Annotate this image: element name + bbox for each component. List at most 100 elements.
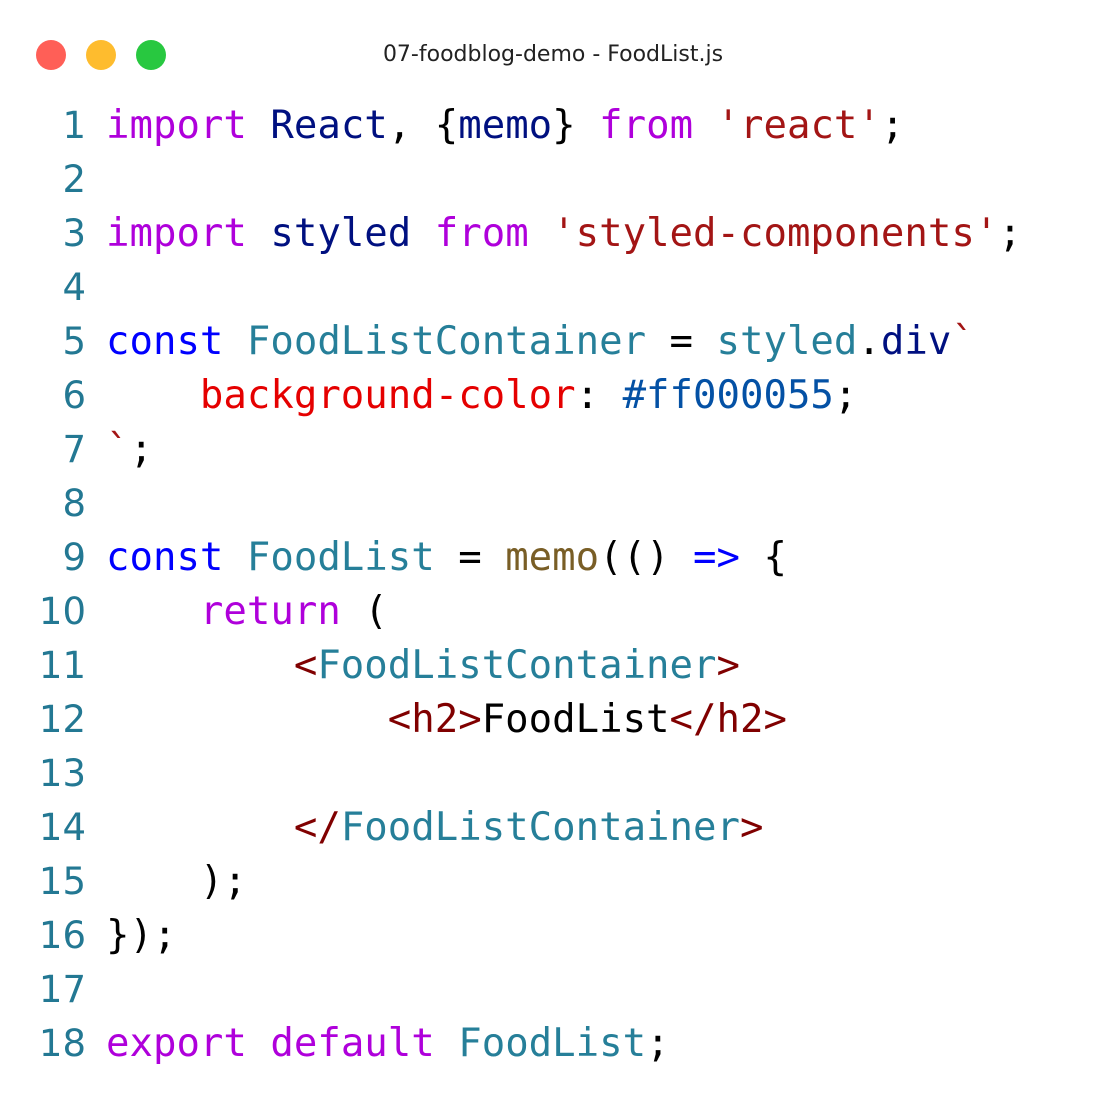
line-number: 5: [62, 320, 86, 363]
code-line[interactable]: 7 `;: [0, 423, 1106, 477]
code-line[interactable]: 3 import styled from 'styled-components';: [0, 207, 1106, 261]
code-token: :: [575, 373, 623, 418]
code-token: React: [270, 103, 388, 148]
code-token: =>: [693, 535, 740, 580]
line-number: 15: [38, 860, 86, 903]
line-text: const FoodListContainer = styled.div`: [106, 315, 975, 369]
code-token: >: [739, 805, 764, 850]
code-token: `: [106, 427, 130, 472]
code-line[interactable]: 13: [0, 747, 1106, 801]
code-token: {: [740, 535, 787, 580]
line-number: 18: [38, 1022, 86, 1065]
code-token: 'react': [716, 103, 881, 148]
code-token: =: [434, 535, 506, 580]
line-number: 14: [38, 806, 86, 849]
code-token: import: [106, 211, 247, 256]
window-titlebar: 07-foodblog-demo - FoodList.js: [0, 0, 1106, 108]
line-number: 6: [62, 374, 86, 417]
code-line[interactable]: 10 return (: [0, 585, 1106, 639]
code-token: background-color: [199, 373, 576, 418]
code-token: <: [293, 643, 318, 688]
line-number: 9: [62, 536, 86, 579]
code-line[interactable]: 15 );: [0, 855, 1106, 909]
line-text: });: [106, 909, 176, 963]
code-token: return: [199, 589, 341, 634]
code-token: >: [716, 643, 740, 688]
code-line[interactable]: 11 <FoodListContainer>: [0, 639, 1106, 693]
code-line[interactable]: 14 </FoodListContainer>: [0, 801, 1106, 855]
code-token: styled: [270, 211, 412, 256]
code-token: export: [106, 1021, 247, 1066]
line-text: </FoodListContainer>: [106, 801, 764, 855]
line-text: const FoodList = memo(() => {: [106, 531, 787, 585]
line-number: 4: [62, 266, 86, 309]
line-number: 13: [38, 752, 86, 795]
line-text: background-color: #ff000055;: [106, 369, 857, 423]
code-line[interactable]: 5 const FoodListContainer = styled.div`: [0, 315, 1106, 369]
code-line[interactable]: 4: [0, 261, 1106, 315]
code-token: memo: [458, 103, 553, 148]
code-line[interactable]: 6 background-color: #ff000055;: [0, 369, 1106, 423]
code-token: from: [599, 103, 694, 148]
code-token: FoodListContainer: [317, 643, 717, 688]
code-token: ;: [833, 373, 858, 418]
code-token: #ff000055: [622, 373, 834, 418]
code-token: styled: [716, 319, 858, 364]
code-token: default: [270, 1021, 435, 1066]
code-token: .: [857, 319, 881, 364]
line-text: `;: [106, 423, 153, 477]
code-token: div: [880, 319, 952, 364]
code-line[interactable]: 12 <h2>FoodList</h2>: [0, 693, 1106, 747]
code-token: const: [106, 319, 224, 364]
code-token: const: [106, 535, 224, 580]
code-token: FoodList: [481, 697, 670, 742]
line-number: 10: [38, 590, 86, 633]
line-text: export default FoodList;: [106, 1017, 670, 1071]
code-token: =: [646, 319, 717, 364]
code-token: , {: [387, 103, 459, 148]
code-line[interactable]: 18 export default FoodList;: [0, 1017, 1106, 1071]
line-text: <h2>FoodList</h2>: [106, 693, 787, 747]
code-line[interactable]: 17: [0, 963, 1106, 1017]
code-token: );: [106, 859, 247, 904]
code-token: `: [951, 319, 975, 364]
code-line[interactable]: 9 const FoodList = memo(() => {: [0, 531, 1106, 585]
code-token: FoodListContainer: [246, 319, 647, 364]
code-token: FoodList: [458, 1021, 647, 1066]
code-line[interactable]: 16});: [0, 909, 1106, 963]
code-token: memo: [505, 535, 600, 580]
code-token: }: [552, 103, 600, 148]
code-token: FoodListContainer: [340, 805, 740, 850]
line-number: 16: [38, 914, 86, 957]
code-editor[interactable]: 1 import React, {memo} from 'react'; 2 3 imp…: [0, 99, 1106, 1071]
code-token: <h2>: [387, 697, 482, 742]
code-token: (: [340, 589, 388, 634]
code-line[interactable]: 1 import React, {memo} from 'react';: [0, 99, 1106, 153]
code-line[interactable]: 8: [0, 477, 1106, 531]
line-text: import styled from 'styled-components';: [106, 207, 1022, 261]
code-token: </h2>: [669, 697, 787, 742]
code-token: ((): [599, 535, 694, 580]
code-line[interactable]: 2: [0, 153, 1106, 207]
code-token: ;: [998, 211, 1022, 256]
line-number: 2: [62, 158, 86, 201]
line-number: 3: [62, 212, 86, 255]
window-title: 07-foodblog-demo - FoodList.js: [382, 42, 724, 67]
code-token: ;: [880, 103, 905, 148]
code-token: from: [434, 211, 529, 256]
line-text: return (: [106, 585, 388, 639]
line-text: import React, {memo} from 'react';: [106, 99, 904, 153]
